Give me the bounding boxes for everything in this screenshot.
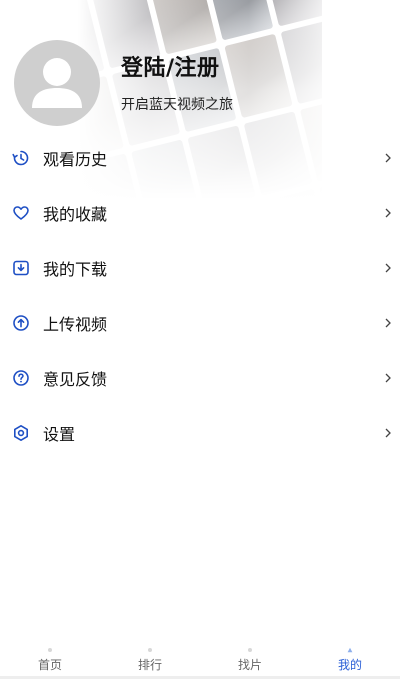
mine-icon bbox=[347, 647, 353, 653]
chevron-right-icon bbox=[385, 373, 391, 382]
login-register-title[interactable]: 登陆/注册 bbox=[121, 50, 233, 82]
login-subtitle: 开启蓝天视频之旅 bbox=[121, 97, 233, 113]
tab-label: 找片 bbox=[237, 658, 262, 672]
home-icon bbox=[48, 648, 52, 652]
chevron-right-icon bbox=[385, 318, 391, 327]
login-header[interactable]: 登陆/注册 开启蓝天视频之旅 bbox=[14, 40, 233, 126]
menu-item-label: 我的收藏 bbox=[43, 204, 108, 224]
menu-item-label: 观看历史 bbox=[43, 149, 108, 169]
bottom-tab-bar: 首页 排行 找片 我的 bbox=[0, 645, 400, 679]
tab-find-movies[interactable]: 找片 bbox=[200, 645, 300, 679]
ranking-icon bbox=[148, 648, 152, 652]
download-icon bbox=[13, 260, 29, 275]
tab-label: 排行 bbox=[137, 658, 162, 672]
chevron-right-icon bbox=[385, 428, 391, 437]
menu-item-label: 设置 bbox=[43, 424, 76, 444]
chevron-right-icon bbox=[385, 208, 391, 217]
menu-item-upload-video[interactable]: 上传视频 bbox=[0, 295, 400, 350]
chevron-right-icon bbox=[385, 153, 391, 162]
find-icon bbox=[248, 648, 252, 652]
tab-label: 我的 bbox=[337, 658, 362, 672]
menu-item-label: 我的下载 bbox=[43, 259, 108, 279]
menu-item-downloads[interactable]: 我的下载 bbox=[0, 240, 400, 295]
menu-item-settings[interactable]: 设置 bbox=[0, 405, 400, 460]
heart-icon bbox=[13, 205, 29, 220]
menu-item-favorites[interactable]: 我的收藏 bbox=[0, 185, 400, 240]
menu-item-watch-history[interactable]: 观看历史 bbox=[0, 130, 400, 185]
profile-page: 登陆/注册 开启蓝天视频之旅 观看历史 我的收藏 我的下载 上传视频 意见反馈 … bbox=[0, 0, 400, 679]
tab-home[interactable]: 首页 bbox=[0, 645, 100, 679]
menu-item-label: 上传视频 bbox=[43, 314, 108, 334]
tab-ranking[interactable]: 排行 bbox=[100, 645, 200, 679]
chevron-right-icon bbox=[385, 263, 391, 272]
upload-icon bbox=[13, 314, 29, 331]
menu-list: 观看历史 我的收藏 我的下载 上传视频 意见反馈 设置 bbox=[0, 130, 400, 460]
menu-item-feedback[interactable]: 意见反馈 bbox=[0, 350, 400, 405]
user-silhouette-icon bbox=[32, 58, 82, 108]
tab-mine[interactable]: 我的 bbox=[300, 645, 400, 679]
tab-label: 首页 bbox=[37, 658, 62, 672]
history-icon bbox=[12, 150, 29, 165]
gear-icon bbox=[14, 424, 28, 441]
avatar[interactable] bbox=[14, 40, 100, 126]
question-icon bbox=[13, 369, 29, 386]
menu-item-label: 意见反馈 bbox=[43, 369, 108, 389]
